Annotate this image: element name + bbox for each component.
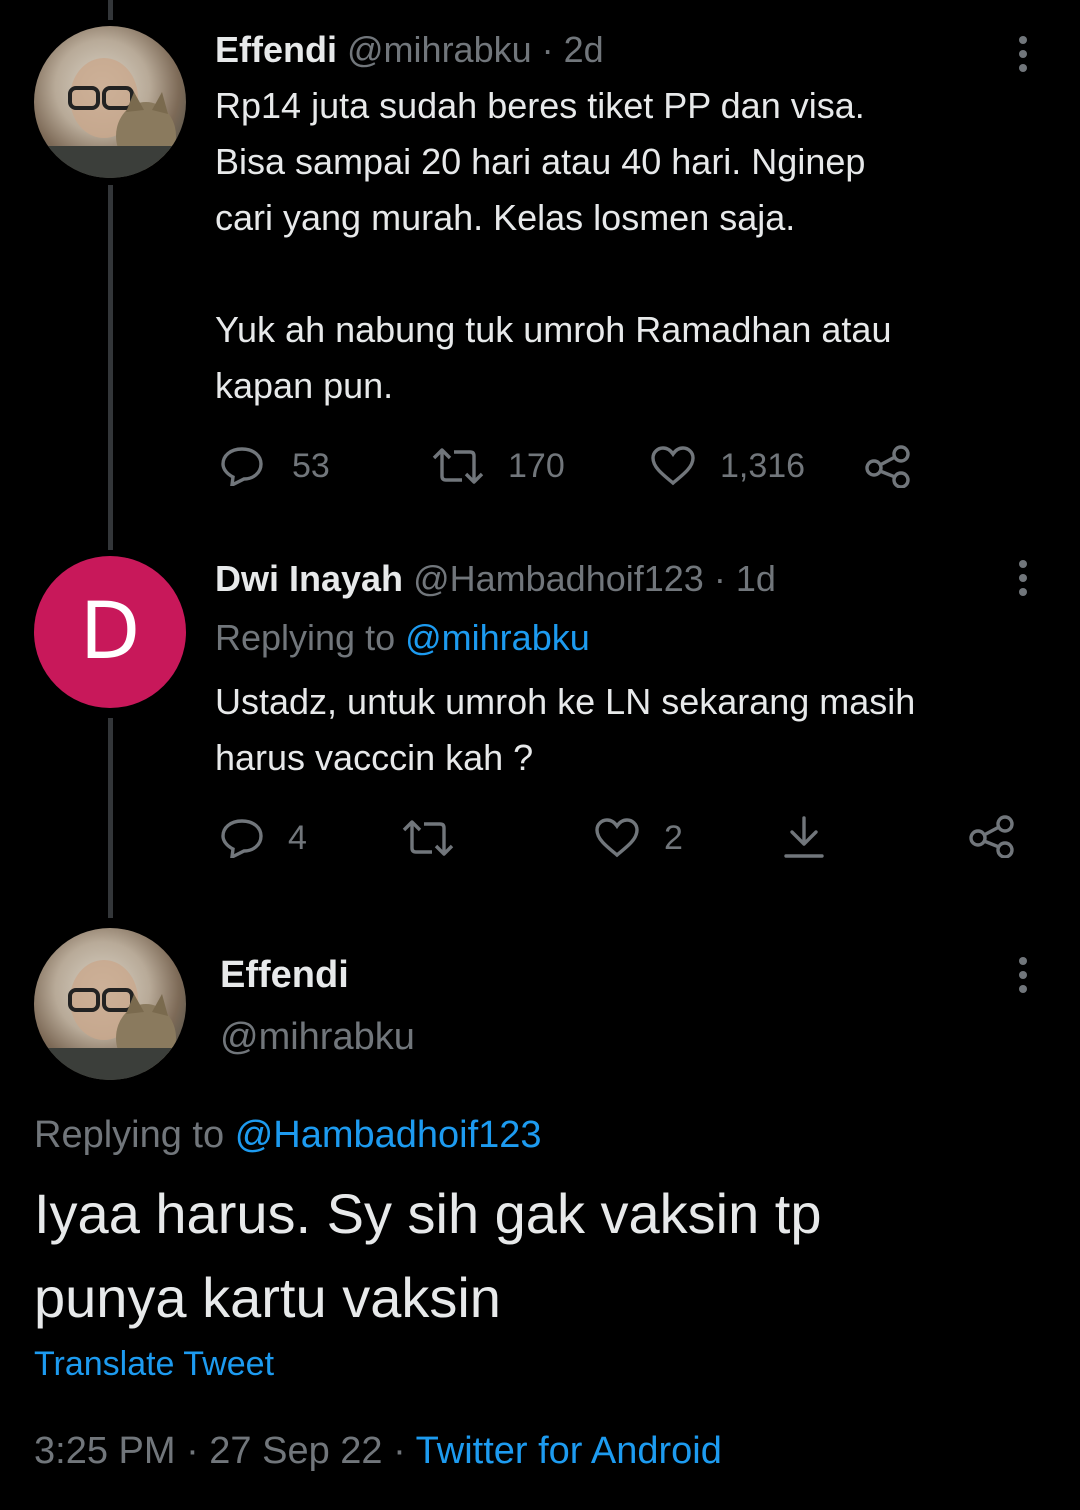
like-count: 1,316 [720,446,806,485]
replying-to-link[interactable]: @Hambadhoif123 [235,1114,542,1156]
tweet-time[interactable]: · 2d [542,29,604,70]
like-icon [595,818,639,858]
retweet-button[interactable] [400,818,456,858]
like-button[interactable]: 2 [594,818,683,858]
reply-button[interactable]: 53 [220,446,330,486]
retweet-count: 170 [508,446,565,485]
retweet-button[interactable]: 170 [430,446,565,486]
retweet-icon [402,820,454,856]
thread-line-1 [108,0,113,20]
like-icon [651,446,695,486]
like-count: 2 [664,818,683,857]
reply-count: 4 [288,818,307,857]
avatar[interactable] [34,928,186,1080]
share-button[interactable] [864,444,912,488]
avatar[interactable] [34,26,186,178]
avatar[interactable]: D [34,556,186,708]
replying-to-label: Replying to [215,617,396,658]
replying-to-link[interactable]: @mihrabku [405,617,590,658]
tweet-text: Rp14 juta sudah beres tiket PP dan visa.… [215,85,892,406]
author-name[interactable]: Effendi [220,952,349,998]
share-icon [969,815,1014,858]
tweet-source[interactable]: Twitter for Android [416,1430,722,1472]
download-button[interactable] [782,814,826,860]
more-icon[interactable] [1019,560,1029,602]
share-icon [865,445,910,488]
download-icon [784,816,824,858]
retweet-icon [432,448,484,484]
thread-line-3 [108,718,113,918]
replying-to-label: Replying to [34,1114,225,1156]
author-handle[interactable]: @mihrabku [347,29,532,70]
avatar-photo-icon [34,960,186,1080]
translate-tweet-link[interactable]: Translate Tweet [34,1342,274,1386]
avatar-letter: D [79,587,141,677]
author-name[interactable]: Dwi Inayah [215,558,403,599]
author-handle[interactable]: @Hambadhoif123 [413,558,704,599]
share-button[interactable] [968,814,1016,858]
avatar-photo-icon [34,58,186,178]
more-icon[interactable] [1019,36,1029,78]
tweet-time[interactable]: · 1d [714,558,776,599]
reply-button[interactable]: 4 [220,818,307,858]
like-button[interactable]: 1,316 [650,446,805,486]
tweet-timestamp[interactable]: 3:25 PM · 27 Sep 22 · [34,1430,406,1472]
reply-icon [221,819,263,858]
author-handle[interactable]: @mihrabku [220,1014,415,1060]
tweet-text: Ustadz, untuk umroh ke LN sekarang masih… [215,681,916,778]
tweet-text: Iyaa harus. Sy sih gak vaksin tp punya k… [34,1182,822,1329]
more-icon[interactable] [1019,957,1029,999]
reply-icon [221,447,263,486]
author-name[interactable]: Effendi [215,29,337,70]
thread-line-2 [108,185,113,550]
reply-count: 53 [292,446,330,485]
